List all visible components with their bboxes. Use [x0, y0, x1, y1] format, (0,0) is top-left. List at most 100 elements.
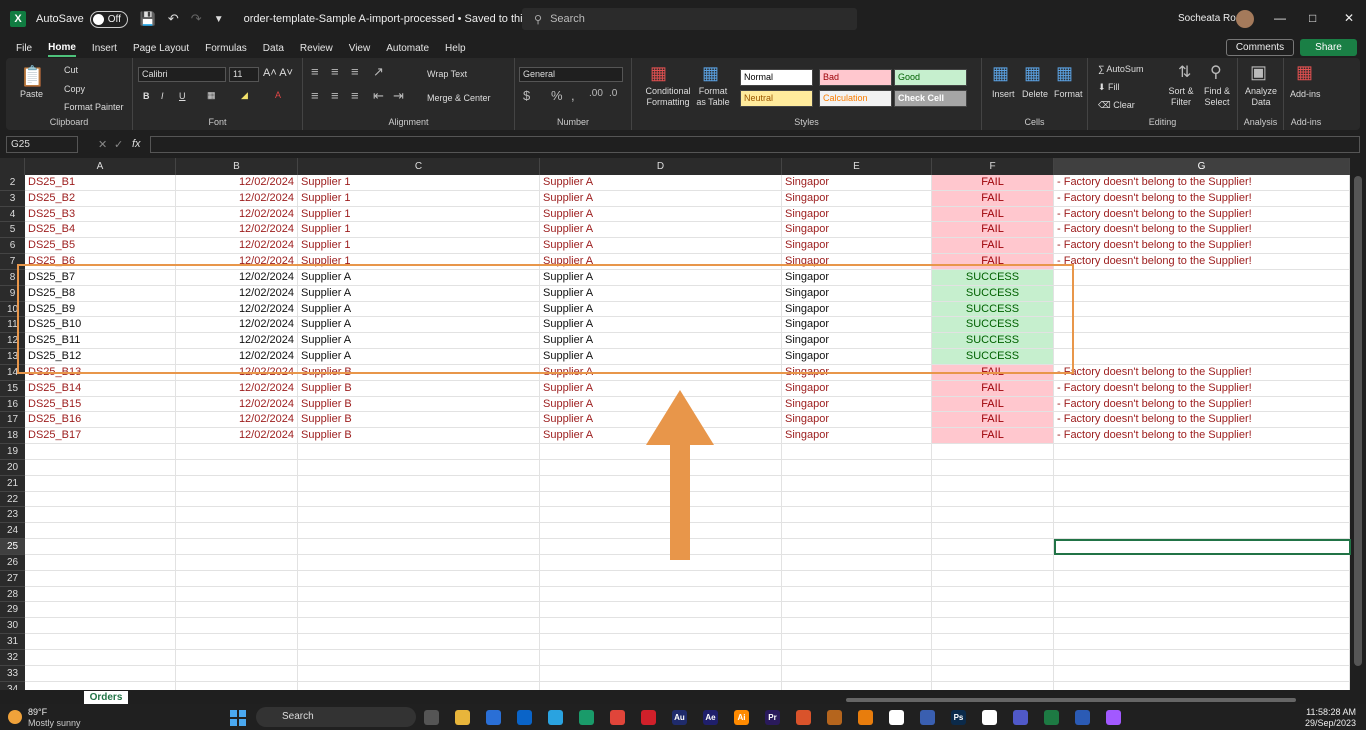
column-header-f[interactable]: F — [932, 158, 1054, 175]
cell-g[interactable] — [1054, 349, 1350, 365]
empty-cell[interactable] — [25, 586, 176, 603]
cell-b[interactable]: 12/02/2024 — [176, 412, 298, 429]
style-bad[interactable]: Bad — [819, 69, 892, 86]
maximize-icon[interactable]: □ — [1309, 11, 1316, 25]
cell-e[interactable]: Singapor — [782, 206, 932, 223]
cell-b[interactable]: 12/02/2024 — [176, 206, 298, 223]
empty-cell[interactable] — [932, 554, 1054, 571]
copy-button[interactable]: Copy — [64, 84, 85, 94]
currency-icon[interactable]: $ — [523, 88, 530, 103]
cell-e[interactable]: Singapor — [782, 396, 932, 413]
cell-c[interactable]: Supplier B — [298, 412, 540, 429]
empty-cell[interactable] — [782, 554, 932, 571]
empty-cell[interactable] — [932, 491, 1054, 508]
empty-cell[interactable] — [782, 618, 932, 635]
empty-cell[interactable] — [176, 539, 298, 555]
cell-d[interactable]: Supplier A — [540, 175, 782, 191]
cell-g[interactable]: - Factory doesn't belong to the Supplier… — [1054, 238, 1350, 255]
empty-cell[interactable] — [540, 681, 782, 690]
cell-g[interactable]: - Factory doesn't belong to the Supplier… — [1054, 206, 1350, 223]
row-header[interactable]: 20 — [0, 459, 25, 476]
explorer-app-icon[interactable] — [424, 710, 439, 725]
cell-b[interactable]: 12/02/2024 — [176, 428, 298, 445]
row-header[interactable]: 33 — [0, 665, 25, 682]
empty-cell[interactable] — [540, 570, 782, 587]
search-box[interactable]: ⚲ Search — [522, 8, 857, 30]
empty-cell[interactable] — [1054, 649, 1350, 666]
empty-cell[interactable] — [176, 459, 298, 476]
tab-insert[interactable]: Insert — [92, 41, 117, 56]
style-neutral[interactable]: Neutral — [740, 90, 813, 107]
empty-cell[interactable] — [782, 444, 932, 460]
cell-e[interactable]: Singapor — [782, 380, 932, 397]
app4-app-icon[interactable] — [920, 710, 935, 725]
empty-cell[interactable] — [176, 554, 298, 571]
vertical-scrollbar[interactable] — [1350, 158, 1366, 690]
cell-g[interactable]: - Factory doesn't belong to the Supplier… — [1054, 222, 1350, 239]
fill-color-icon[interactable]: ◢ — [241, 90, 248, 101]
empty-cell[interactable] — [782, 523, 932, 540]
empty-cell[interactable] — [25, 602, 176, 619]
empty-cell[interactable] — [540, 649, 782, 666]
select-all-corner[interactable] — [0, 158, 25, 175]
cell-e[interactable]: Singapor — [782, 238, 932, 255]
empty-cell[interactable] — [298, 681, 540, 690]
empty-cell[interactable] — [25, 539, 176, 555]
cell-f[interactable]: FAIL — [932, 190, 1054, 207]
cell-a[interactable]: DS25_B17 — [25, 428, 176, 445]
empty-cell[interactable] — [782, 475, 932, 492]
empty-cell[interactable] — [782, 665, 932, 682]
sort-filter-icon[interactable]: ⇅ — [1178, 62, 1191, 82]
row-header[interactable]: 4 — [0, 206, 25, 223]
cell-e[interactable]: Singapor — [782, 428, 932, 445]
avatar[interactable] — [1236, 10, 1254, 28]
empty-cell[interactable] — [782, 570, 932, 587]
empty-cell[interactable] — [298, 586, 540, 603]
notion-app-icon[interactable] — [982, 710, 997, 725]
row-header[interactable]: 23 — [0, 507, 25, 524]
user-name[interactable]: Socheata Rou — [1178, 13, 1241, 24]
tab-review[interactable]: Review — [300, 41, 333, 56]
empty-cell[interactable] — [1054, 634, 1350, 650]
cell-g[interactable]: - Factory doesn't belong to the Supplier… — [1054, 428, 1350, 445]
cell-b[interactable]: 12/02/2024 — [176, 238, 298, 255]
increase-font-icon[interactable]: A˄ A˅ — [263, 67, 293, 79]
empty-cell[interactable] — [782, 507, 932, 524]
empty-cell[interactable] — [176, 491, 298, 508]
empty-cell[interactable] — [176, 618, 298, 635]
row-header[interactable]: 17 — [0, 412, 25, 429]
empty-cell[interactable] — [932, 539, 1054, 555]
ae-app-icon[interactable]: Ae — [703, 710, 718, 725]
empty-cell[interactable] — [1054, 681, 1350, 690]
empty-cell[interactable] — [298, 570, 540, 587]
customize-toolbar-icon[interactable]: ▼ — [214, 14, 224, 25]
teams-app-icon[interactable] — [1013, 710, 1028, 725]
empty-cell[interactable] — [932, 665, 1054, 682]
empty-cell[interactable] — [25, 681, 176, 690]
paste-button[interactable]: Paste — [20, 89, 43, 99]
column-header-c[interactable]: C — [298, 158, 540, 175]
redo-icon[interactable]: ↷ — [191, 11, 202, 27]
row-header[interactable]: 24 — [0, 523, 25, 540]
cell-b[interactable]: 12/02/2024 — [176, 222, 298, 239]
cell-a[interactable]: DS25_B1 — [25, 175, 176, 191]
row-header[interactable]: 31 — [0, 634, 25, 650]
start-button[interactable] — [230, 710, 246, 726]
style-calculation[interactable]: Calculation — [819, 90, 892, 107]
format-painter-button[interactable]: Format Painter — [64, 102, 124, 112]
empty-cell[interactable] — [176, 681, 298, 690]
empty-cell[interactable] — [540, 634, 782, 650]
empty-cell[interactable] — [782, 539, 932, 555]
empty-cell[interactable] — [25, 459, 176, 476]
cell-c[interactable]: Supplier 1 — [298, 222, 540, 239]
empty-cell[interactable] — [298, 665, 540, 682]
style-normal[interactable]: Normal — [740, 69, 813, 86]
empty-cell[interactable] — [1054, 491, 1350, 508]
cell-f[interactable]: FAIL — [932, 412, 1054, 429]
empty-cell[interactable] — [298, 523, 540, 540]
fill-button[interactable]: ⬇ Fill — [1098, 82, 1120, 93]
empty-cell[interactable] — [298, 444, 540, 460]
increase-decimal-icon[interactable]: .00 — [589, 88, 603, 99]
row-header[interactable]: 6 — [0, 238, 25, 255]
row-header[interactable]: 16 — [0, 396, 25, 413]
